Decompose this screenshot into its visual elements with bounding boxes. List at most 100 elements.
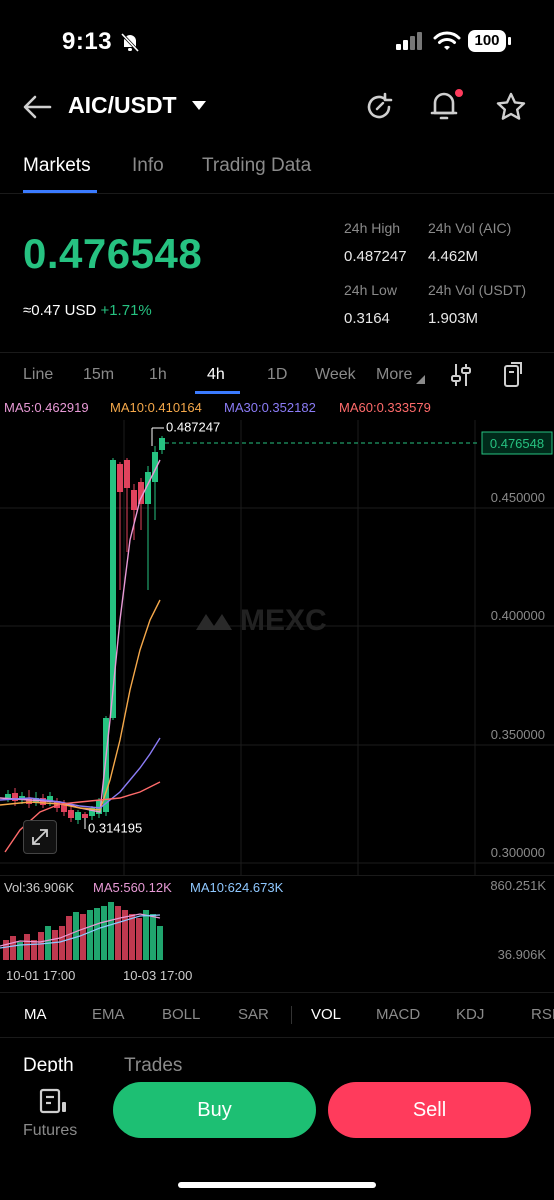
volume-bar	[150, 914, 156, 960]
alert-bell-icon[interactable]	[428, 88, 464, 122]
divider	[0, 992, 554, 993]
pair-title[interactable]: AIC/USDT	[68, 92, 177, 119]
indicator-macd[interactable]: MACD	[376, 1006, 420, 1023]
vol-usdt-label: 24h Vol (USDT)	[428, 282, 527, 298]
indicator-rsi[interactable]: RSI	[531, 1006, 554, 1023]
tab-info[interactable]: Info	[132, 155, 164, 177]
y-tick-label: 0.350000	[491, 727, 545, 742]
fiat-currency: USD	[64, 302, 97, 319]
timeframe-4h[interactable]: 4h	[207, 366, 225, 384]
last-price-tag-label: 0.476548	[490, 436, 544, 451]
high-marker-label: 0.487247	[166, 420, 220, 435]
x-tick-label: 10-01 17:00	[6, 968, 76, 983]
divider	[0, 193, 554, 194]
vol-ma10-legend: MA10:624.673K	[190, 880, 284, 895]
volume-bar	[108, 902, 114, 960]
indicator-vol[interactable]: VOL	[311, 1006, 341, 1023]
volume-bar	[157, 926, 163, 960]
caret-down-icon[interactable]	[191, 100, 207, 112]
divider	[0, 352, 554, 353]
vol-ma5-legend: MA5:560.12K	[93, 880, 172, 895]
last-price: 0.476548	[23, 230, 203, 277]
vol-legend: Vol:36.906K	[4, 880, 75, 895]
volume-bar	[115, 906, 121, 960]
volume-bar	[24, 934, 30, 960]
sell-button[interactable]: Sell	[328, 1082, 531, 1138]
ma30-legend: MA30:0.352182	[224, 400, 316, 415]
candle-body	[131, 490, 137, 510]
volume-bar	[87, 910, 93, 960]
ma5-legend: MA5:0.462919	[4, 400, 89, 415]
volume-chart	[0, 902, 163, 960]
buy-button[interactable]: Buy	[113, 1082, 316, 1138]
status-time: 9:13	[62, 28, 113, 55]
vol-aic-label: 24h Vol (AIC)	[428, 220, 512, 236]
volume-bar	[52, 930, 58, 960]
indicator-separator	[291, 1006, 292, 1024]
divider	[0, 1037, 554, 1038]
volume-bars	[3, 902, 163, 960]
timeframe-more[interactable]: More	[376, 366, 412, 384]
home-indicator	[178, 1182, 376, 1188]
active-timeframe-indicator	[195, 391, 240, 394]
ma10-legend: MA10:0.410164	[110, 400, 202, 415]
battery-tip	[508, 37, 511, 45]
y-tick-label: 0.300000	[491, 845, 545, 860]
timeframe-15m[interactable]: 15m	[83, 366, 114, 384]
vol-axis-top: 860.251K	[490, 878, 546, 893]
timeframe-1d[interactable]: 1D	[267, 366, 287, 384]
fullscreen-button[interactable]	[23, 820, 57, 854]
candle-body	[117, 464, 123, 492]
volume-bar	[59, 926, 65, 960]
mute-bell-icon	[120, 32, 140, 53]
indicator-kdj[interactable]: KDJ	[456, 1006, 484, 1023]
volume-bar	[31, 940, 37, 960]
timeframe-1h[interactable]: 1h	[149, 366, 167, 384]
high-label: 24h High	[344, 220, 401, 236]
indicator-ma[interactable]: MA	[24, 1006, 47, 1023]
candle-body	[75, 812, 81, 820]
tab-markets[interactable]: Markets	[23, 155, 91, 177]
ma-line	[0, 459, 161, 813]
volume-bar	[101, 906, 107, 960]
high-value: 0.487247	[344, 248, 407, 265]
x-tick-label: 10-03 17:00	[123, 968, 193, 983]
candlestick-chart[interactable]: MEXC 0.487247 0.314195 0.476548 0.450000…	[0, 420, 554, 875]
timeframe-line[interactable]: Line	[23, 366, 53, 384]
back-arrow-icon[interactable]	[22, 94, 52, 120]
fiat-value: ≈0.47 USD +1.71%	[23, 302, 152, 319]
low-value: 0.3164	[344, 310, 390, 327]
volume-bar	[38, 932, 44, 960]
status-bar: 9:13 100	[0, 0, 554, 80]
volume-bar	[10, 936, 16, 960]
candle-body	[124, 460, 130, 488]
volume-bar	[129, 914, 135, 960]
candle-body	[5, 794, 11, 798]
wifi-icon	[433, 31, 461, 50]
refresh-icon[interactable]	[364, 92, 394, 122]
ma60-legend: MA60:0.333579	[339, 400, 431, 415]
indicator-sar[interactable]: SAR	[238, 1006, 269, 1023]
low-label: 24h Low	[344, 282, 397, 298]
futures-label[interactable]: Futures	[23, 1122, 77, 1140]
indicator-settings-icon[interactable]	[450, 362, 472, 388]
volume-bar	[66, 916, 72, 960]
cellular-signal-icon	[396, 32, 422, 50]
tab-trading-data[interactable]: Trading Data	[202, 155, 311, 177]
volume-bar	[80, 914, 86, 960]
ma-line	[0, 599, 161, 811]
volume-bar	[94, 908, 100, 960]
timeframe-week[interactable]: Week	[315, 366, 356, 384]
indicator-boll[interactable]: BOLL	[162, 1006, 200, 1023]
battery-indicator: 100	[468, 30, 506, 52]
landscape-rotate-icon[interactable]	[502, 361, 524, 388]
candle-body	[159, 438, 165, 450]
candle-body	[82, 814, 88, 818]
more-corner-icon	[416, 375, 425, 384]
divider	[0, 875, 554, 876]
favorite-star-icon[interactable]	[496, 92, 526, 122]
indicator-ema[interactable]: EMA	[92, 1006, 125, 1023]
futures-icon[interactable]	[38, 1088, 70, 1116]
vol-aic-value: 4.462M	[428, 248, 479, 265]
candle-body	[110, 460, 116, 718]
